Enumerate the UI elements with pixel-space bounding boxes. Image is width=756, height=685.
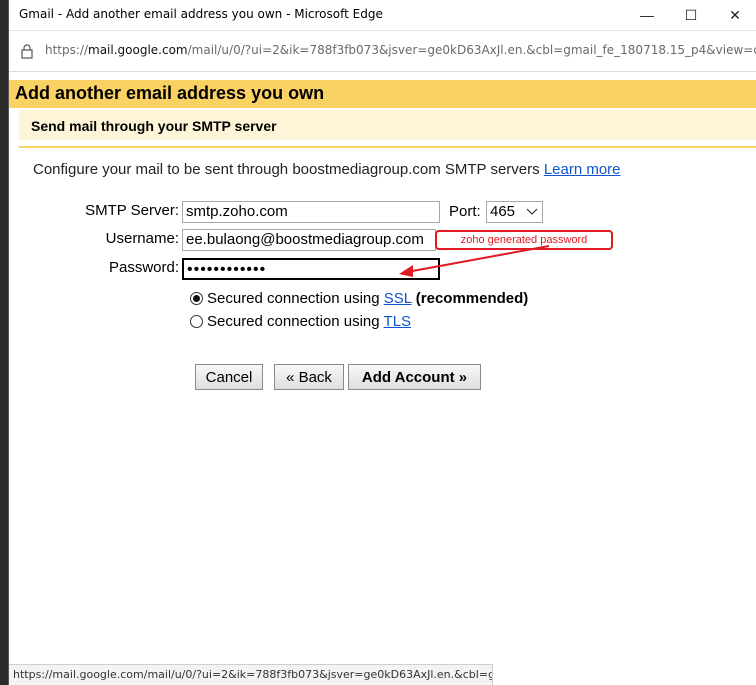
smtp-server-input[interactable]: smtp.zoho.com — [182, 201, 440, 223]
dialog-content: Add another email address you own Send m… — [9, 72, 756, 685]
browser-window: Gmail - Add another email address you ow… — [8, 0, 756, 685]
ssl-radio[interactable] — [190, 292, 203, 305]
header-divider — [19, 146, 756, 148]
password-label: Password: — [108, 259, 179, 276]
dialog-subtitle: Send mail through your SMTP server — [31, 118, 277, 134]
port-select[interactable]: 465 — [486, 201, 543, 223]
dialog-header: Add another email address you own — [9, 80, 756, 108]
tls-radio-label[interactable]: Secured connection using TLS — [207, 313, 411, 330]
ssl-prefix-text: Secured connection using — [207, 290, 380, 307]
close-button[interactable]: ✕ — [713, 0, 756, 30]
ssl-radio-label[interactable]: Secured connection using SSL (recommende… — [207, 290, 528, 307]
description-text: Configure your mail to be sent through b… — [33, 161, 540, 178]
dialog-title: Add another email address you own — [15, 83, 325, 103]
lock-icon — [21, 44, 33, 59]
window-title: Gmail - Add another email address you ow… — [19, 7, 383, 21]
url-rest: /mail/u/0/?ui=2&ik=788f3fb073&jsver=ge0k… — [187, 43, 756, 57]
back-button[interactable]: « Back — [274, 364, 344, 390]
minimize-button[interactable]: — — [625, 0, 669, 30]
annotation-arrow-icon — [399, 245, 550, 277]
url-prefix: https:// — [45, 43, 89, 57]
address-bar[interactable]: https://mail.google.com/mail/u/0/?ui=2&i… — [9, 31, 756, 72]
chevron-down-icon — [526, 208, 538, 215]
url-text[interactable]: https://mail.google.com/mail/u/0/?ui=2&i… — [45, 43, 756, 57]
username-label: Username: — [105, 230, 179, 247]
status-bar: https://mail.google.com/mail/u/0/?ui=2&i… — [9, 664, 493, 685]
description: Configure your mail to be sent through b… — [33, 161, 621, 178]
tls-prefix-text: Secured connection using — [207, 313, 380, 330]
port-label: Port: — [449, 203, 481, 220]
cancel-button[interactable]: Cancel — [195, 364, 263, 390]
learn-more-link[interactable]: Learn more — [544, 161, 621, 178]
maximize-button[interactable]: ☐ — [669, 0, 713, 30]
dialog-subheader: Send mail through your SMTP server — [19, 110, 756, 140]
add-account-button[interactable]: Add Account » — [348, 364, 481, 390]
ssl-recommended-text: (recommended) — [415, 290, 529, 307]
tls-link[interactable]: TLS — [384, 313, 412, 330]
smtp-server-label: SMTP Server: — [85, 202, 179, 219]
ssl-link[interactable]: SSL — [384, 290, 412, 307]
tls-radio[interactable] — [190, 315, 203, 328]
url-host: mail.google.com — [88, 43, 188, 57]
title-bar: Gmail - Add another email address you ow… — [9, 0, 756, 31]
port-value: 465 — [490, 203, 516, 220]
